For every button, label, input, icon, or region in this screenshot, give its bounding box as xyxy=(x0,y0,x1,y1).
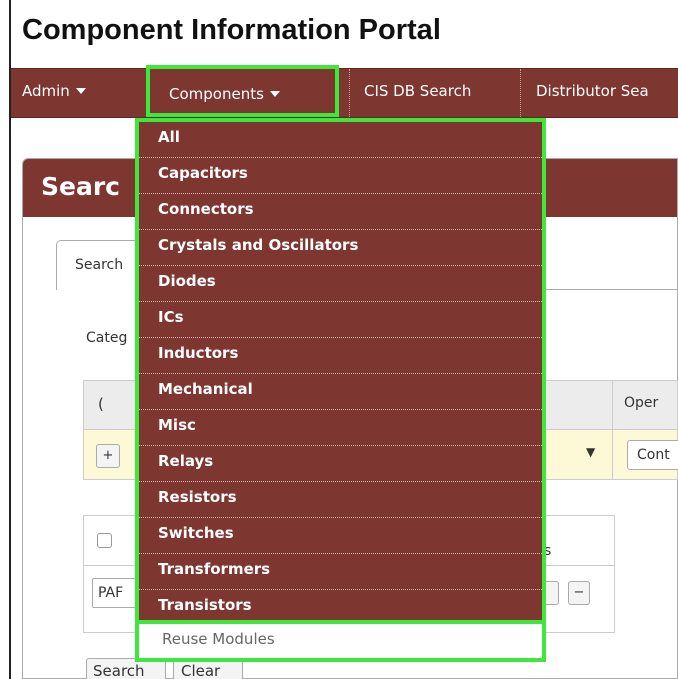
add-paren-button[interactable]: + xyxy=(96,444,120,468)
menu-item-capacitors[interactable]: Capacitors xyxy=(139,158,542,194)
grid-column-divider xyxy=(612,430,613,479)
menu-item-inductors[interactable]: Inductors xyxy=(139,338,542,374)
select-all-checkbox[interactable] xyxy=(97,533,112,548)
menu-item-resistors[interactable]: Resistors xyxy=(139,482,542,518)
menu-item-transformers[interactable]: Transformers xyxy=(139,554,542,590)
chevron-down-icon xyxy=(269,91,280,97)
panel-title: Searc xyxy=(41,172,120,201)
nav-cis-db-search[interactable]: CIS DB Search xyxy=(349,69,521,117)
operator-select[interactable]: Cont xyxy=(627,440,678,470)
menu-item-switches[interactable]: Switches xyxy=(139,518,542,554)
tab-search-label: Search xyxy=(75,257,124,273)
menu-item-mechanical[interactable]: Mechanical xyxy=(139,374,542,410)
menu-item-all[interactable]: All xyxy=(139,122,542,158)
menu-item-misc[interactable]: Misc xyxy=(139,410,542,446)
menu-item-crystals-oscillators[interactable]: Crystals and Oscillators xyxy=(139,230,542,266)
grid-header-paren: ( xyxy=(98,395,104,413)
chevron-down-icon xyxy=(75,88,86,94)
nav-components-label: Components xyxy=(169,85,264,103)
nav-admin-dropdown[interactable]: Admin xyxy=(22,69,86,117)
components-dropdown-menu: All Capacitors Connectors Crystals and O… xyxy=(135,118,546,662)
menu-item-diodes[interactable]: Diodes xyxy=(139,266,542,302)
menu-item-reuse-modules[interactable]: Reuse Modules xyxy=(135,620,546,662)
category-label: Categ xyxy=(86,330,128,346)
chevron-down-icon[interactable]: ▼ xyxy=(586,445,595,459)
app-title: Component Information Portal xyxy=(22,14,441,46)
menu-item-relays[interactable]: Relays xyxy=(139,446,542,482)
nav-distributor-search[interactable]: Distributor Sea xyxy=(531,69,649,117)
nav-components-dropdown[interactable]: Components xyxy=(146,65,339,117)
tab-search[interactable]: Search xyxy=(56,240,146,290)
grid-header-operator: Oper xyxy=(624,395,659,411)
grid-column-divider xyxy=(612,381,613,429)
navbar: Admin Components CIS DB Search Distribut… xyxy=(11,65,678,118)
menu-item-ics[interactable]: ICs xyxy=(139,302,542,338)
menu-item-connectors[interactable]: Connectors xyxy=(139,194,542,230)
nav-admin-label: Admin xyxy=(22,82,70,100)
remove-row-button[interactable]: − xyxy=(568,581,590,605)
